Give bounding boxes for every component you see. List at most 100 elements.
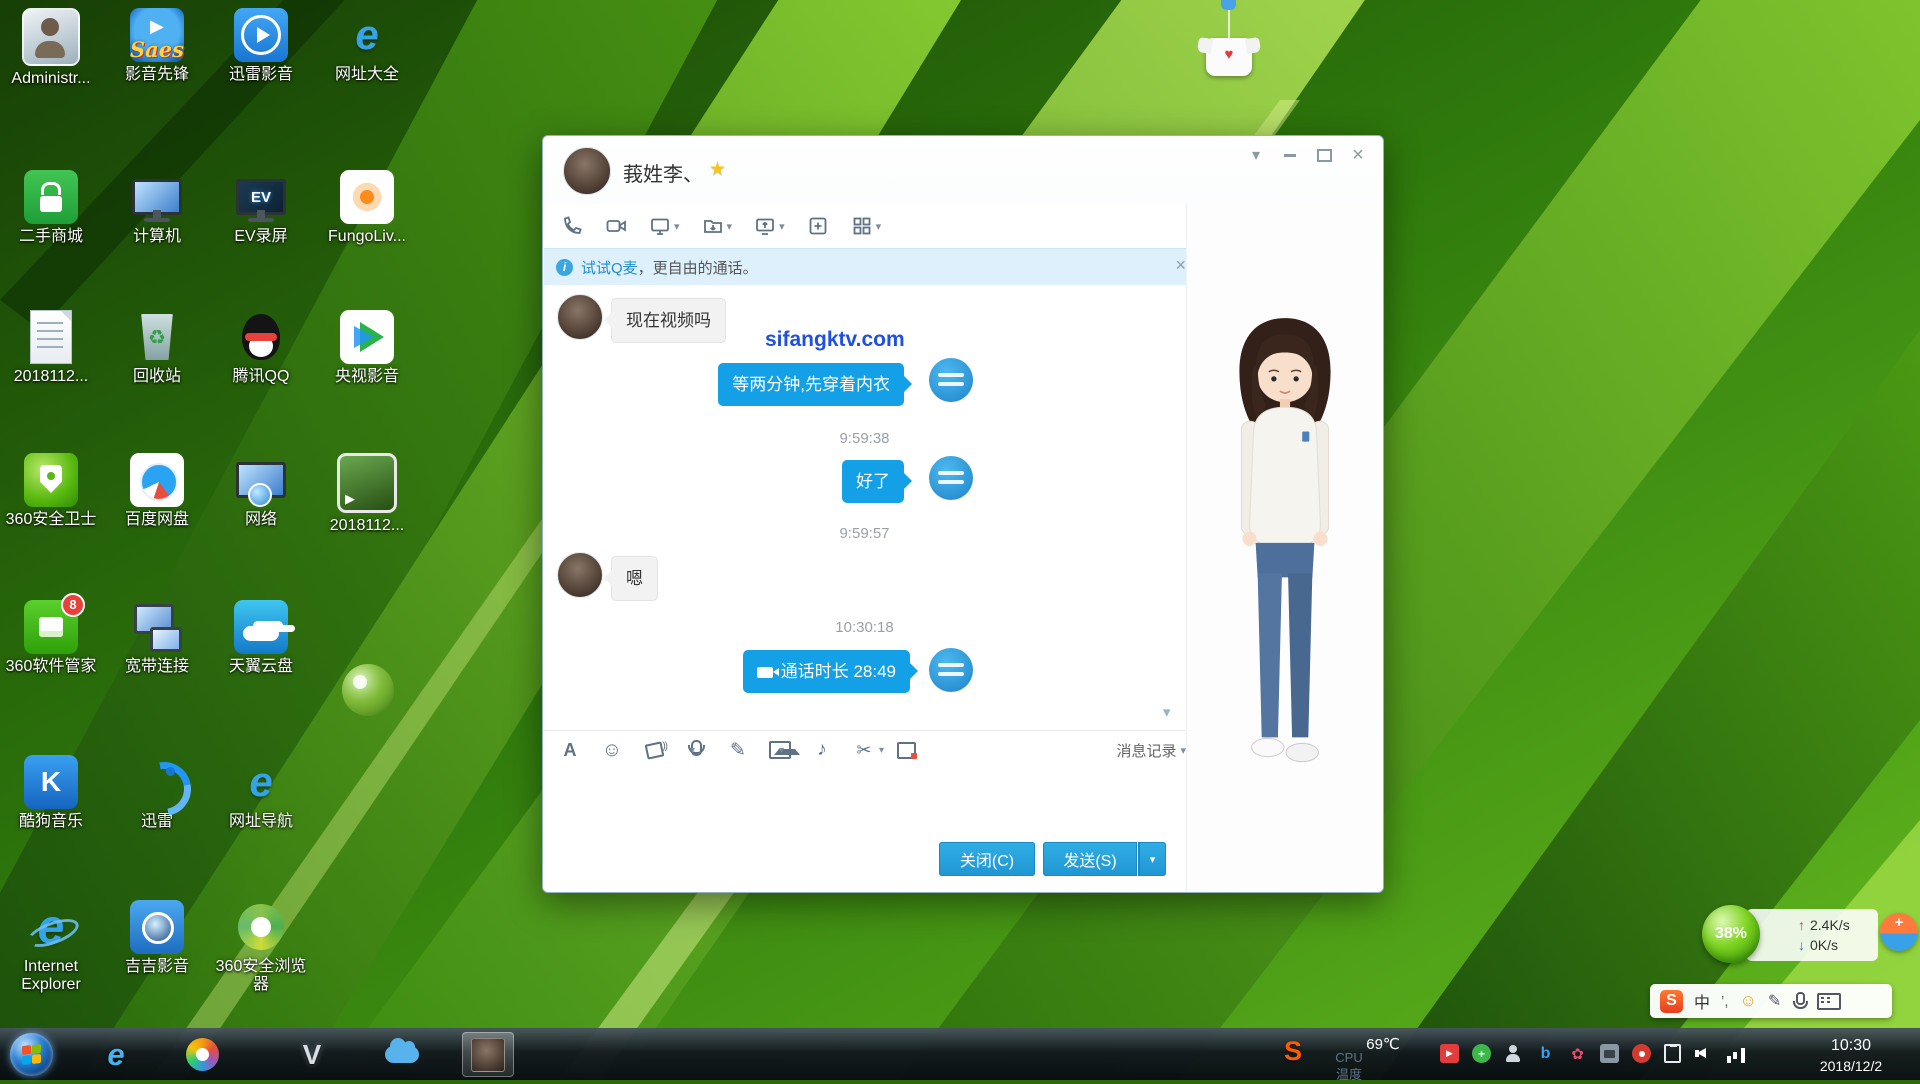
taskbar-qq-chat-button[interactable] — [462, 1032, 514, 1077]
emoji-panel-icon[interactable] — [1740, 991, 1757, 1011]
contact-avatar[interactable] — [563, 147, 611, 195]
desktop-icon-xunlei-player[interactable]: 迅雷影音 — [211, 8, 311, 84]
emoji-icon[interactable] — [601, 739, 623, 761]
handwriting-icon[interactable] — [727, 739, 749, 761]
media-tray-icon[interactable] — [1440, 1044, 1459, 1063]
music-icon[interactable] — [811, 739, 833, 761]
minimize-button[interactable] — [1273, 142, 1307, 168]
desktop-icon-computer[interactable]: 计算机 — [107, 170, 207, 246]
window-titlebar[interactable]: 莪姓李、 ★ ▾ × — [543, 136, 1383, 204]
network-signal-icon[interactable] — [1726, 1044, 1745, 1063]
qmic-link[interactable]: 试试Q麦 — [581, 257, 638, 278]
voice-call-icon[interactable] — [561, 215, 583, 237]
desktop-icon-360-software[interactable]: 8 360软件管家 — [1, 600, 101, 676]
desktop-icon-ev-recorder[interactable]: EV EV录屏 — [211, 170, 311, 246]
pin-tray-icon[interactable] — [1632, 1044, 1651, 1063]
net-speed-widget[interactable]: ↑2.4K/s ↓0K/s 38% — [1702, 903, 1918, 967]
font-icon[interactable] — [559, 739, 581, 761]
message-history[interactable]: 现在视频吗 sifangktv.com 等两分钟,先穿着内衣 9:59:38 好… — [543, 285, 1186, 730]
icon-label: 腾讯QQ — [211, 368, 311, 386]
upload-arrow-icon: ↑ — [1798, 917, 1805, 933]
desktop-icon-360-browser[interactable]: 360安全浏览器 — [211, 900, 311, 995]
contact-message-avatar[interactable] — [557, 552, 603, 598]
self-avatar[interactable] — [929, 358, 973, 402]
maximize-button[interactable] — [1307, 142, 1341, 168]
handwriting-ime-icon[interactable] — [1768, 991, 1781, 1011]
screenshot-icon[interactable] — [649, 215, 680, 237]
dismiss-notice-icon[interactable]: × — [1175, 255, 1186, 276]
punctuation-mode[interactable]: ’, — [1721, 993, 1729, 1010]
desktop-icon-tianyi-cloud[interactable]: 天翼云盘 — [211, 600, 311, 676]
language-mode[interactable]: 中 — [1694, 989, 1710, 1013]
monitor-screen — [132, 179, 182, 215]
taskbar-vplayer-button[interactable]: V — [289, 1032, 335, 1077]
send-image-icon[interactable] — [769, 739, 791, 761]
desktop-icon-yingyin-xianfeng[interactable]: Saes 影音先锋 — [107, 8, 207, 84]
accelerator-ball-icon[interactable] — [1880, 913, 1918, 951]
desktop-icon-360-safe[interactable]: 360安全卫士 — [1, 453, 101, 529]
tshirt-decoration-icon[interactable]: ♥ — [1206, 38, 1252, 76]
window-menu-icon[interactable]: ▾ — [1239, 142, 1273, 168]
ie-icon: e — [340, 8, 394, 62]
memory-float-ball[interactable]: 38% — [1702, 905, 1760, 963]
sogou-ime-icon[interactable]: S — [1660, 990, 1683, 1013]
desktop-icon-tencent-qq[interactable]: 腾讯QQ — [211, 310, 311, 386]
desktop-icon-document[interactable]: 2018112... — [1, 310, 101, 386]
v-player-icon: V — [303, 1039, 322, 1071]
voice-message-icon[interactable] — [685, 739, 707, 761]
desktop-icon-cbox[interactable]: 央视影音 — [317, 310, 417, 386]
desktop-icon-network[interactable]: 网络 — [211, 453, 311, 529]
desktop-icon-wangzhi-daquan[interactable]: e 网址大全 — [317, 8, 417, 84]
ev-letters: EV — [251, 189, 271, 206]
desktop-icon-ershou-shangcheng[interactable]: 二手商城 — [1, 170, 101, 246]
desktop-icon-fungolive[interactable]: FungoLiv... — [317, 170, 417, 246]
shake-window-icon[interactable] — [643, 739, 665, 761]
flower-tray-icon[interactable] — [1568, 1044, 1587, 1063]
desktop-icon-recycle-bin[interactable]: 回收站 — [107, 310, 207, 386]
scroll-down-icon[interactable]: ▾ — [1163, 703, 1171, 721]
self-avatar[interactable] — [929, 648, 973, 692]
send-file-icon[interactable] — [702, 215, 733, 237]
screen-share-icon[interactable] — [754, 215, 785, 237]
taskbar-cloud-button[interactable] — [379, 1032, 425, 1077]
send-button[interactable]: 发送(S) — [1043, 842, 1137, 876]
volume-icon[interactable] — [1694, 1044, 1713, 1063]
message-history-button[interactable]: 消息记录 — [1116, 731, 1186, 769]
taskbar-ie-button[interactable]: e — [93, 1032, 139, 1077]
desktop-icon-kugou[interactable]: K 酷狗音乐 — [1, 755, 101, 831]
send-options-caret[interactable]: ▾ — [1138, 842, 1166, 876]
close-chat-button[interactable]: 关闭(C) — [939, 842, 1035, 876]
self-avatar[interactable] — [929, 456, 973, 500]
taskbar-sogou-button[interactable] — [179, 1032, 225, 1077]
send-to-device-icon[interactable] — [895, 739, 917, 761]
message-input[interactable] — [543, 768, 1186, 838]
icon-label: 计算机 — [107, 228, 207, 246]
contact-message-avatar[interactable] — [557, 294, 603, 340]
screen-capture-icon[interactable] — [853, 739, 875, 761]
contacts-tray-icon[interactable] — [1504, 1044, 1523, 1063]
desktop-icon-broadband[interactable]: 宽带连接 — [107, 600, 207, 676]
baidu-tray-icon[interactable] — [1536, 1044, 1555, 1063]
clipboard-tray-icon[interactable] — [1664, 1044, 1681, 1063]
taskbar-clock[interactable]: 10:30 2018/12/2 — [1790, 1035, 1912, 1075]
camera-tray-icon[interactable] — [1600, 1044, 1619, 1063]
start-button[interactable] — [10, 1033, 53, 1076]
close-window-button[interactable]: × — [1341, 142, 1375, 168]
contact-name[interactable]: 莪姓李、 — [623, 158, 703, 187]
call-duration-bubble[interactable]: 通话时长 28:49 — [743, 650, 910, 693]
voice-input-icon[interactable] — [1792, 992, 1806, 1010]
apps-grid-icon[interactable] — [851, 215, 882, 237]
shop-icon — [24, 170, 78, 224]
desktop-icon-wangzhi-daohang[interactable]: e 网址导航 — [211, 755, 311, 831]
sogou-tray-icon[interactable]: S — [1284, 1036, 1302, 1067]
create-group-icon[interactable] — [807, 215, 829, 237]
desktop-icon-xunlei[interactable]: 迅雷 — [107, 755, 207, 831]
desktop-icon-video-file[interactable]: 2018112... — [317, 453, 417, 535]
desktop-icon-administrator[interactable]: Administr... — [1, 8, 101, 88]
soft-keyboard-icon[interactable] — [1817, 993, 1841, 1010]
desktop-icon-jiji-player[interactable]: 吉吉影音 — [107, 900, 207, 976]
desktop-icon-baidu-netdisk[interactable]: 百度网盘 — [107, 453, 207, 529]
safety-tray-icon[interactable] — [1472, 1044, 1491, 1063]
desktop-icon-internet-explorer[interactable]: e Internet Explorer — [1, 900, 101, 995]
video-call-icon[interactable] — [605, 215, 627, 237]
